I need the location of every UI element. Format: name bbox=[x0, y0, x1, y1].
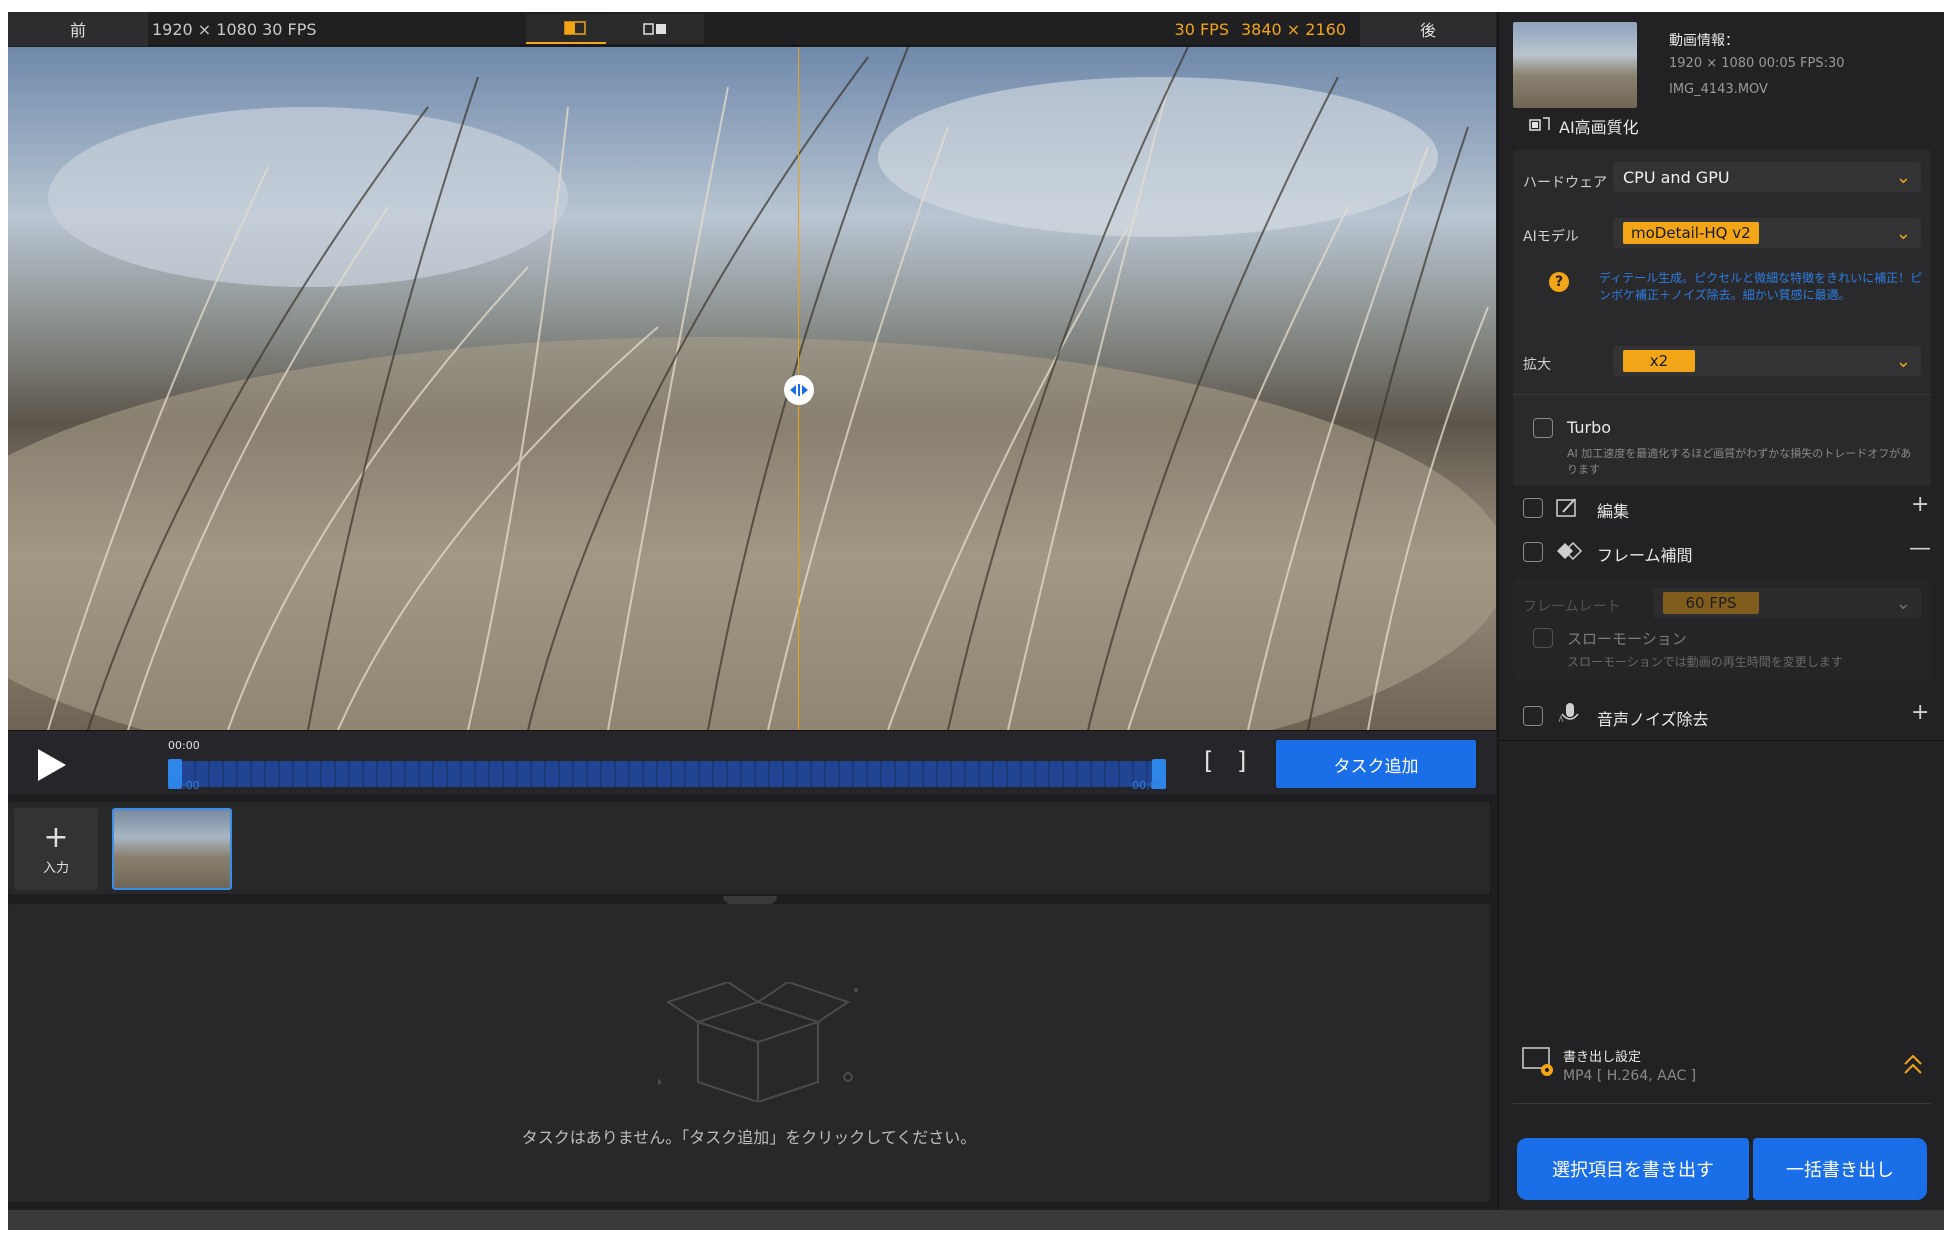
export-settings-icon bbox=[1522, 1047, 1553, 1076]
trim-start-time: 00:00 bbox=[168, 779, 200, 792]
chevron-down-icon: ⌄ bbox=[1895, 166, 1911, 188]
audio-expand-button[interactable]: + bbox=[1911, 700, 1929, 725]
audio-label: 音声ノイズ除去 bbox=[1597, 710, 1709, 729]
edit-label: 編集 bbox=[1597, 502, 1630, 521]
double-chevron-up-icon bbox=[1904, 1054, 1922, 1074]
turbo-label: Turbo bbox=[1567, 418, 1612, 437]
export-selected-button[interactable]: 選択項目を書き出す bbox=[1517, 1138, 1749, 1200]
frame-rate-label: フレームレート bbox=[1523, 599, 1621, 615]
edit-checkbox[interactable] bbox=[1523, 498, 1543, 518]
video-thumbnail bbox=[1513, 22, 1637, 108]
add-input-label: 入力 bbox=[42, 860, 69, 876]
microphone-icon bbox=[1558, 703, 1579, 723]
ai-model-dropdown[interactable]: moDetail-HQ v2 ⌄ bbox=[1613, 218, 1921, 248]
scale-dropdown[interactable]: x2 ⌄ bbox=[1613, 346, 1921, 376]
ai-section-title: AI高画質化 bbox=[1559, 118, 1639, 137]
chevron-down-icon: ⌄ bbox=[1895, 222, 1911, 244]
video-info-meta: 1920 × 1080 00:05 FPS:30 bbox=[1669, 56, 1845, 71]
side-by-side-icon bbox=[643, 23, 666, 35]
divider bbox=[1499, 740, 1944, 741]
after-label: 後 bbox=[1360, 12, 1496, 46]
panel-resize-handle[interactable] bbox=[723, 896, 777, 904]
play-button[interactable] bbox=[30, 745, 74, 785]
ai-enhance-icon bbox=[1529, 117, 1550, 131]
slowmo-checkbox[interactable] bbox=[1533, 628, 1553, 648]
view-side-by-side-button[interactable] bbox=[606, 14, 704, 44]
export-settings-title: 書き出し設定 bbox=[1563, 1050, 1642, 1065]
timeline-track[interactable] bbox=[168, 761, 1166, 787]
split-handle[interactable] bbox=[784, 375, 814, 405]
interp-collapse-button[interactable]: — bbox=[1909, 536, 1931, 561]
hardware-value: CPU and GPU bbox=[1623, 167, 1730, 187]
clip-thumbnail[interactable] bbox=[112, 808, 232, 890]
scale-label: 拡大 bbox=[1523, 357, 1551, 373]
interp-settings-card: フレームレート 60 FPS ⌄ スローモーション スローモーションでは動画の再… bbox=[1513, 578, 1931, 680]
audio-checkbox[interactable] bbox=[1523, 706, 1543, 726]
play-icon bbox=[38, 749, 66, 781]
settings-panel: 動画情報： 1920 × 1080 00:05 FPS:30 IMG_4143.… bbox=[1498, 12, 1944, 1230]
turbo-checkbox[interactable] bbox=[1533, 418, 1553, 438]
interp-checkbox[interactable] bbox=[1523, 542, 1543, 562]
ai-model-label: AIモデル bbox=[1523, 229, 1579, 245]
trim-brackets-button[interactable]: [ ] bbox=[1204, 747, 1254, 775]
trim-end-time: 00:05 bbox=[1132, 779, 1164, 792]
drag-arrows-icon bbox=[790, 384, 808, 396]
video-info-title: 動画情報： bbox=[1669, 33, 1739, 49]
comparison-header: 前 1920 × 1080 30 FPS 30 FPS 3840 × 2160 … bbox=[8, 12, 1496, 46]
before-label: 前 bbox=[8, 12, 148, 46]
plus-icon: + bbox=[43, 819, 69, 855]
after-resolution: 3840 × 2160 bbox=[1240, 19, 1346, 39]
clip-strip: + 入力 bbox=[8, 802, 1490, 894]
edit-expand-button[interactable]: + bbox=[1911, 492, 1929, 517]
video-filename: IMG_4143.MOV bbox=[1669, 82, 1768, 97]
slowmo-description: スローモーションでは動画の再生時間を変更します bbox=[1567, 655, 1843, 669]
slowmo-label: スローモーション bbox=[1567, 630, 1687, 648]
before-info: 1920 × 1080 30 FPS bbox=[152, 19, 317, 39]
split-view-icon bbox=[564, 21, 586, 35]
hardware-dropdown[interactable]: CPU and GPU ⌄ bbox=[1613, 162, 1921, 192]
status-strip bbox=[8, 1210, 1944, 1230]
help-icon[interactable]: ? bbox=[1549, 272, 1569, 292]
chevron-down-icon: ⌄ bbox=[1895, 350, 1911, 372]
empty-box-icon bbox=[658, 982, 858, 1102]
ai-settings-card: ハードウェア CPU and GPU ⌄ AIモデル moDetail-HQ v… bbox=[1513, 150, 1931, 486]
frame-interp-icon bbox=[1557, 541, 1583, 561]
task-list: タスクはありません。「タスク追加」をクリックしてください。 bbox=[8, 904, 1490, 1202]
video-preview[interactable] bbox=[8, 47, 1496, 730]
ai-model-description: ディテール生成。ピクセルと微細な特徴をきれいに補正！ピンボケ補正＋ノイズ除去。細… bbox=[1599, 271, 1923, 302]
interp-label: フレーム補間 bbox=[1597, 546, 1693, 565]
hardware-label: ハードウェア bbox=[1523, 175, 1607, 191]
ai-model-value: moDetail-HQ v2 bbox=[1623, 222, 1759, 244]
edit-icon bbox=[1556, 498, 1576, 517]
after-fps: 30 FPS bbox=[1174, 19, 1229, 39]
app-window: 前 1920 × 1080 30 FPS 30 FPS 3840 × 2160 … bbox=[8, 12, 1944, 1230]
chevron-down-icon: ⌄ bbox=[1895, 592, 1911, 614]
export-format: MP4 [ H.264, AAC ] bbox=[1563, 1068, 1697, 1084]
add-task-button[interactable]: タスク追加 bbox=[1276, 740, 1476, 788]
empty-task-message: タスクはありません。「タスク追加」をクリックしてください。 bbox=[521, 1128, 977, 1147]
export-all-button[interactable]: 一括書き出し bbox=[1753, 1138, 1927, 1200]
scale-value: x2 bbox=[1623, 350, 1695, 372]
turbo-description: AI 加工速度を最適化するほど画質がわずかな損失のトレードオフがあります bbox=[1567, 447, 1912, 476]
after-info: 30 FPS 3840 × 2160 bbox=[1175, 12, 1346, 46]
divider bbox=[1513, 394, 1931, 395]
transport-bar: 00:00 00:00 00:05 [ ] タスク追加 bbox=[8, 730, 1496, 794]
export-settings-row[interactable]: 書き出し設定 MP4 [ H.264, AAC ] bbox=[1513, 1034, 1931, 1104]
preview-image bbox=[8, 47, 1496, 730]
current-time: 00:00 bbox=[168, 739, 200, 752]
frame-rate-value: 60 FPS bbox=[1663, 592, 1759, 614]
add-input-button[interactable]: + 入力 bbox=[14, 808, 98, 890]
frame-rate-dropdown[interactable]: 60 FPS ⌄ bbox=[1653, 588, 1921, 618]
